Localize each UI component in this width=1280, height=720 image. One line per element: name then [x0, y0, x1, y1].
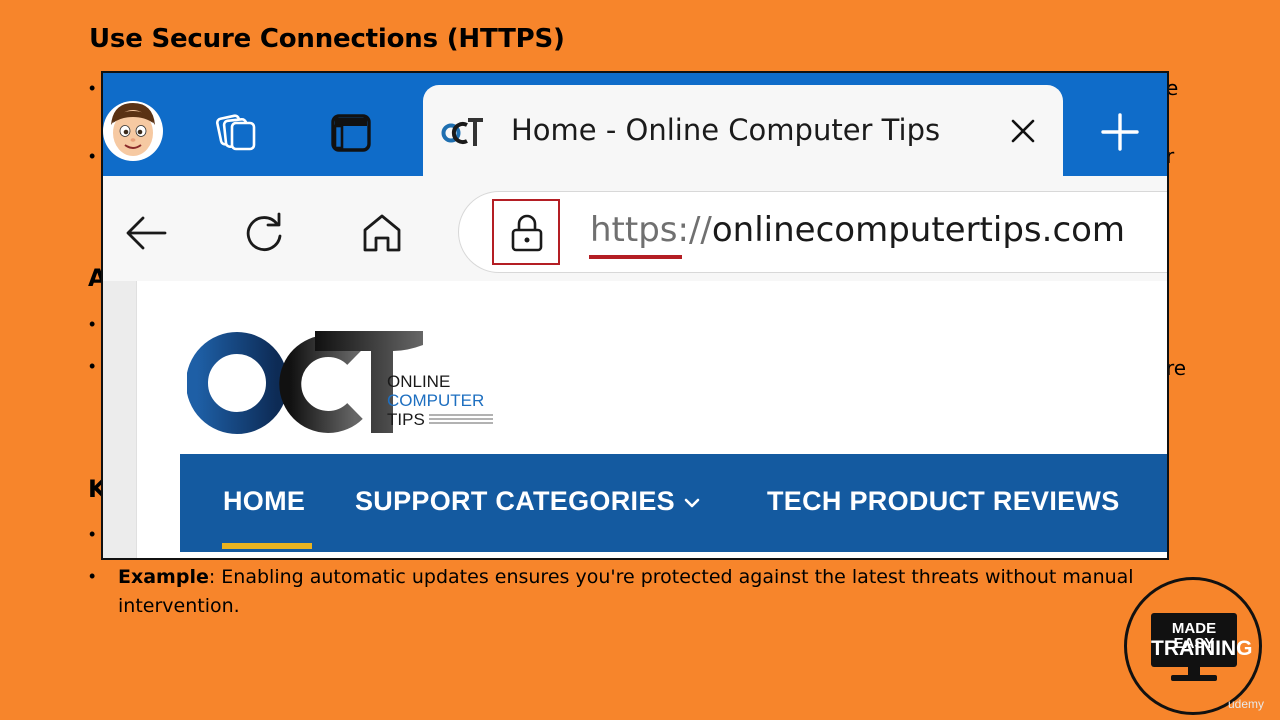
bullet: • [89, 78, 96, 98]
logo-line-online: ONLINE [387, 372, 450, 391]
lock-icon[interactable] [509, 213, 545, 253]
profile-avatar-icon[interactable] [103, 99, 163, 161]
address-bar[interactable]: https://onlinecomputertips.com [458, 191, 1167, 273]
lock-highlight-box[interactable] [492, 199, 560, 265]
monitor-stand [1188, 667, 1200, 675]
example-label: Example [118, 566, 209, 588]
nav-item-label: SUPPORT CATEGORIES [355, 486, 675, 516]
active-nav-underline [222, 543, 312, 549]
brand-line-2: TRAINING [1151, 637, 1253, 660]
close-icon[interactable] [1007, 115, 1039, 147]
site-logo[interactable]: ONLINE COMPUTER TIPS [187, 327, 507, 437]
nav-item-tech-product-reviews[interactable]: TECH PRODUCT REVIEWS [767, 486, 1120, 517]
bullet: • [89, 566, 96, 586]
web-page-content: ONLINE COMPUTER TIPS HOME SUPPORT CATEGO… [103, 281, 1167, 558]
example-bullet-text: Example: Enabling automatic updates ensu… [118, 563, 1158, 621]
collections-icon[interactable] [215, 111, 259, 155]
bullet: • [89, 146, 96, 166]
site-navigation-bar: HOME SUPPORT CATEGORIES TECH PRODUCT REV… [180, 454, 1167, 552]
nav-item-support-categories[interactable]: SUPPORT CATEGORIES [355, 486, 701, 517]
active-tab[interactable]: Home - Online Computer Tips [423, 85, 1063, 176]
back-arrow-icon[interactable] [123, 210, 169, 256]
url-scheme: https:// [590, 210, 712, 250]
chevron-down-icon [684, 498, 700, 508]
slide-heading: Use Secure Connections (HTTPS) [89, 24, 565, 54]
logo-line-computer: COMPUTER [387, 391, 484, 410]
bullet: • [89, 314, 96, 334]
https-underline [589, 255, 682, 259]
made-easy-training-logo: MADE EASY TRAINING [1124, 577, 1262, 715]
oct-favicon-icon [441, 118, 483, 146]
tab-title: Home - Online Computer Tips [511, 113, 941, 147]
tab-strip: Home - Online Computer Tips [103, 73, 1167, 176]
nav-item-home[interactable]: HOME [223, 486, 305, 517]
udemy-watermark: udemy [1228, 697, 1265, 711]
refresh-icon[interactable] [241, 210, 287, 256]
monitor-icon: MADE EASY TRAINING [1151, 613, 1253, 667]
navigation-toolbar: https://onlinecomputertips.com [103, 176, 1167, 281]
logo-line-tips: TIPS [387, 410, 425, 429]
page-left-gutter [103, 281, 137, 558]
slide-text-fragment: re [1166, 356, 1187, 380]
bullet: • [89, 356, 96, 376]
home-icon[interactable] [359, 210, 405, 256]
bullet: • [89, 524, 96, 544]
browser-window: Home - Online Computer Tips https://onli… [101, 71, 1169, 560]
url-host: onlinecomputertips.com [711, 210, 1126, 250]
tab-actions-icon[interactable] [329, 111, 373, 155]
new-tab-plus-icon[interactable] [1099, 111, 1141, 153]
example-text: : Enabling automatic updates ensures you… [118, 566, 1134, 617]
url-text[interactable]: https://onlinecomputertips.com [590, 210, 1125, 250]
monitor-base [1171, 675, 1217, 681]
